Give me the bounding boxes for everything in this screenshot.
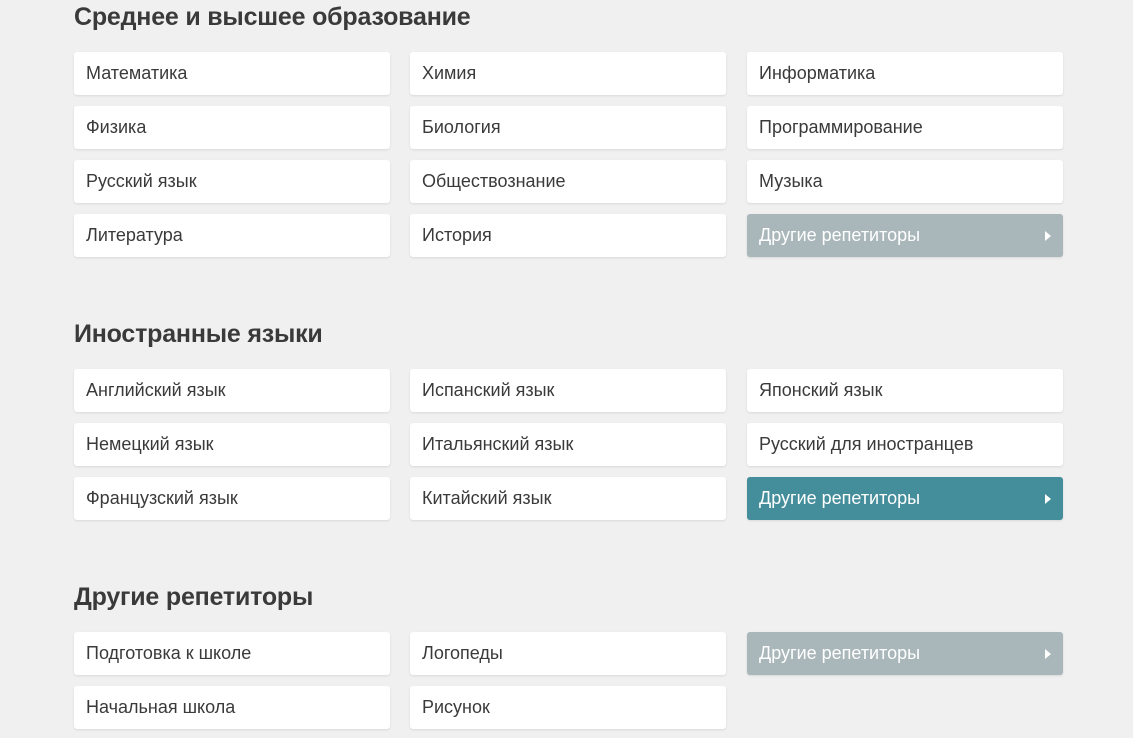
other-tutors-label: Другие репетиторы xyxy=(759,225,921,245)
subject-tile[interactable]: Немецкий язык xyxy=(74,423,390,466)
subject-tile[interactable]: Программирование xyxy=(747,106,1063,149)
subject-tile[interactable]: Русский для иностранцев xyxy=(747,423,1063,466)
subject-tile[interactable]: Подготовка к школе xyxy=(74,632,390,675)
section-title: Иностранные языки xyxy=(74,320,323,348)
subject-tile[interactable]: Испанский язык xyxy=(410,369,726,412)
other-tutors-button[interactable]: Другие репетиторы xyxy=(747,477,1063,520)
caret-right-icon xyxy=(1045,493,1051,504)
other-tutors-label: Другие репетиторы xyxy=(759,643,921,663)
subject-tile[interactable]: Начальная школа xyxy=(74,686,390,729)
subject-tile[interactable]: Информатика xyxy=(747,52,1063,95)
subject-tile[interactable]: Русский язык xyxy=(74,160,390,203)
caret-right-icon xyxy=(1045,648,1051,659)
subject-tile[interactable]: Физика xyxy=(74,106,390,149)
other-tutors-button[interactable]: Другие репетиторы xyxy=(747,214,1063,257)
subject-tile[interactable]: Обществознание xyxy=(410,160,726,203)
subject-tile[interactable]: Математика xyxy=(74,52,390,95)
subject-tile[interactable]: Английский язык xyxy=(74,369,390,412)
subject-tile[interactable]: Логопеды xyxy=(410,632,726,675)
caret-right-icon xyxy=(1045,230,1051,241)
subject-tile[interactable]: Французский язык xyxy=(74,477,390,520)
subject-tile[interactable]: Японский язык xyxy=(747,369,1063,412)
section-other-tutors: Другие репетиторы Подготовка к школе Лог… xyxy=(74,582,1064,729)
subject-tile[interactable]: Химия xyxy=(410,52,726,95)
section-title: Другие репетиторы xyxy=(74,583,314,611)
subject-tile[interactable]: Китайский язык xyxy=(410,477,726,520)
section-title: Среднее и высшее образование xyxy=(74,3,471,31)
section-secondary-higher-education: Среднее и высшее образование Математика … xyxy=(74,2,1064,257)
subject-tile[interactable]: Рисунок xyxy=(410,686,726,729)
subject-tile[interactable]: История xyxy=(410,214,726,257)
section-foreign-languages: Иностранные языки Английский язык Испанс… xyxy=(74,319,1064,520)
other-tutors-label: Другие репетиторы xyxy=(759,488,921,508)
subject-tile[interactable]: Литература xyxy=(74,214,390,257)
subject-tile[interactable]: Музыка xyxy=(747,160,1063,203)
subject-tile[interactable]: Итальянский язык xyxy=(410,423,726,466)
other-tutors-button[interactable]: Другие репетиторы xyxy=(747,632,1063,675)
subject-tile[interactable]: Биология xyxy=(410,106,726,149)
